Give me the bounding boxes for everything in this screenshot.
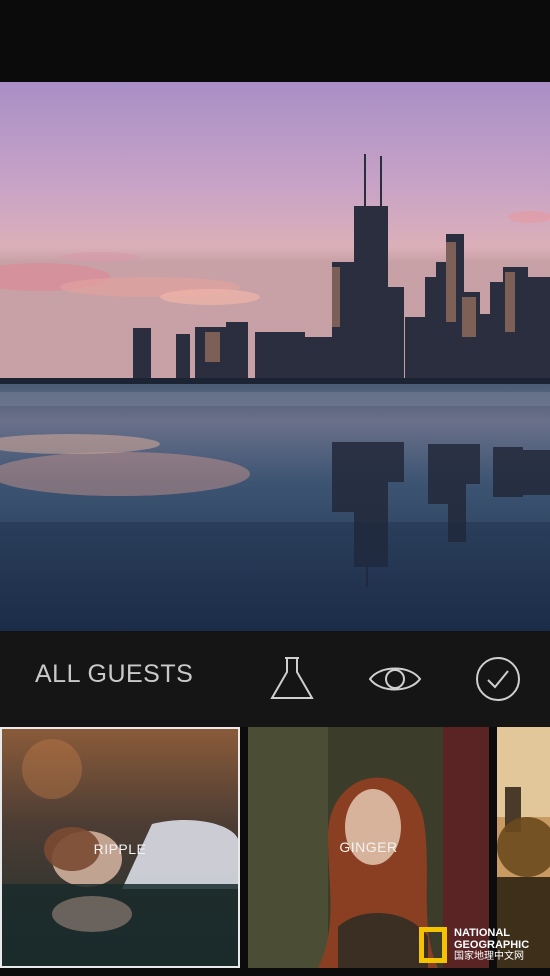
watermark-line: 国家地理中文网 (454, 951, 524, 962)
status-bar (0, 0, 550, 82)
flask-icon[interactable] (264, 651, 320, 707)
natgeo-watermark: NATIONAL GEOGRAPHIC 国家地理中文网 (419, 921, 549, 969)
all-guests-button[interactable]: ALL GUESTS (35, 660, 193, 689)
eye-icon[interactable] (367, 651, 423, 707)
filter-toolbar: ALL GUESTS (0, 631, 550, 727)
checkmark-icon[interactable] (470, 651, 526, 707)
filter-label: GINGER (339, 839, 398, 855)
watermark-line: NATIONAL (454, 927, 511, 939)
watermark-line: GEOGRAPHIC (454, 939, 530, 951)
filter-ripple[interactable]: RIPPLE (0, 727, 240, 968)
natgeo-logo-icon (419, 927, 447, 963)
main-photo-preview[interactable] (0, 82, 550, 631)
filter-label: RIPPLE (93, 841, 147, 857)
